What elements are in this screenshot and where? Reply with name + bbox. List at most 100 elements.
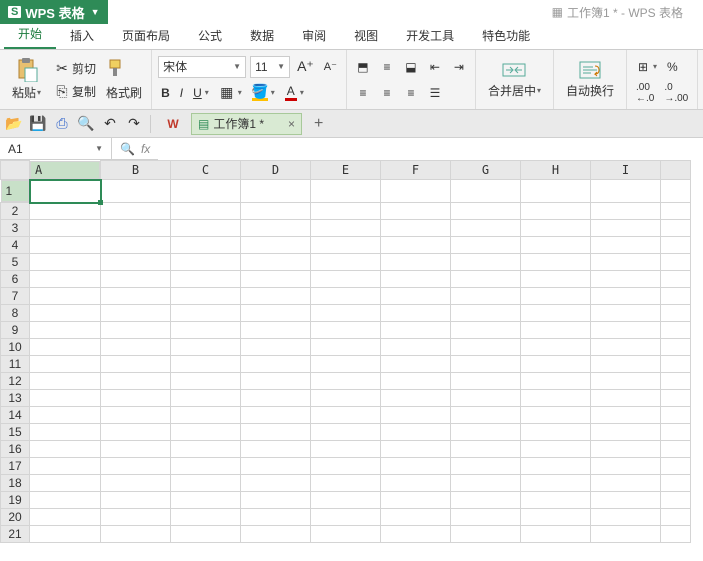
cell[interactable] [521,203,591,220]
cell[interactable] [451,271,521,288]
cell[interactable] [521,509,591,526]
cell[interactable] [521,305,591,322]
cell[interactable] [241,305,311,322]
cell[interactable] [521,492,591,509]
cut-button[interactable]: ✂ 剪切 [51,58,99,79]
row-header-5[interactable]: 5 [1,254,30,271]
cell[interactable] [311,458,381,475]
cell[interactable] [451,475,521,492]
cell[interactable] [30,254,101,271]
cell[interactable] [661,305,691,322]
cell[interactable] [521,237,591,254]
cell[interactable] [101,180,171,203]
cell[interactable] [521,322,591,339]
row-header-20[interactable]: 20 [1,509,30,526]
row-header-7[interactable]: 7 [1,288,30,305]
cell[interactable] [311,373,381,390]
cell[interactable] [311,237,381,254]
align-center-button[interactable]: ≡ [377,84,397,102]
search-icon[interactable]: 🔍 [120,142,135,156]
cell[interactable] [171,339,241,356]
cell[interactable] [30,441,101,458]
cell[interactable] [521,424,591,441]
cell[interactable] [381,288,451,305]
align-justify-button[interactable]: ☰ [425,84,445,102]
cell[interactable] [591,407,661,424]
cell[interactable] [171,237,241,254]
fx-icon[interactable]: fx [141,142,150,156]
cell[interactable] [241,356,311,373]
cell[interactable] [101,458,171,475]
cell[interactable] [661,237,691,254]
align-bottom-button[interactable]: ⬓ [401,58,421,76]
cell[interactable] [591,356,661,373]
cell[interactable] [311,390,381,407]
cell[interactable] [521,373,591,390]
cell[interactable] [311,271,381,288]
row-header-21[interactable]: 21 [1,526,30,543]
cell[interactable] [241,271,311,288]
cell[interactable] [381,492,451,509]
cell[interactable] [171,492,241,509]
cell[interactable] [591,339,661,356]
cell[interactable] [661,271,691,288]
column-header-G[interactable]: G [451,161,521,180]
row-header-4[interactable]: 4 [1,237,30,254]
cell[interactable] [661,458,691,475]
cell[interactable] [101,305,171,322]
cell[interactable] [381,180,451,203]
cell[interactable] [381,458,451,475]
open-button[interactable]: 📂 [4,114,24,134]
align-left-button[interactable]: ≡ [353,84,373,102]
cell[interactable] [101,356,171,373]
cell[interactable] [241,441,311,458]
cell[interactable] [311,424,381,441]
cell[interactable] [101,237,171,254]
cell[interactable] [241,322,311,339]
cell[interactable] [101,509,171,526]
cell[interactable] [591,492,661,509]
cell[interactable] [521,356,591,373]
font-name-select[interactable]: 宋体▼ [158,56,246,78]
number-format-button[interactable]: ⊞▾ [633,58,660,76]
column-header-H[interactable]: H [521,161,591,180]
redo-button[interactable]: ↷ [124,114,144,134]
menu-tab-8[interactable]: 特色功能 [468,22,544,49]
cell[interactable] [591,305,661,322]
row-header-10[interactable]: 10 [1,339,30,356]
copy-button[interactable]: ⎘ 复制 [51,81,99,102]
cell[interactable] [101,407,171,424]
cell[interactable] [591,254,661,271]
italic-button[interactable]: I [177,84,186,102]
document-tab[interactable]: ▤ 工作簿1 * × [191,113,302,135]
wrap-text-button[interactable]: 自动换行 [560,54,620,106]
cell[interactable] [30,203,101,220]
cell[interactable] [661,526,691,543]
cell[interactable] [171,254,241,271]
column-header-D[interactable]: D [241,161,311,180]
format-painter-toggle[interactable] [103,56,145,80]
cell[interactable] [451,441,521,458]
cell[interactable] [101,203,171,220]
print-button[interactable]: ⎙ [52,114,72,134]
cell[interactable] [311,180,381,203]
font-size-select[interactable]: 11▼ [250,56,290,78]
cell[interactable] [311,288,381,305]
cell[interactable] [241,220,311,237]
cell[interactable] [101,220,171,237]
cell[interactable] [241,390,311,407]
cell[interactable] [101,322,171,339]
cell[interactable] [241,509,311,526]
menu-tab-3[interactable]: 公式 [184,22,236,49]
cell[interactable] [311,441,381,458]
cell[interactable] [171,373,241,390]
cell[interactable] [521,475,591,492]
row-header-16[interactable]: 16 [1,441,30,458]
column-header-F[interactable]: F [381,161,451,180]
cell[interactable] [451,322,521,339]
cell[interactable] [101,475,171,492]
cell[interactable] [661,180,691,203]
cell[interactable] [171,424,241,441]
column-header-C[interactable]: C [171,161,241,180]
cell[interactable] [171,407,241,424]
